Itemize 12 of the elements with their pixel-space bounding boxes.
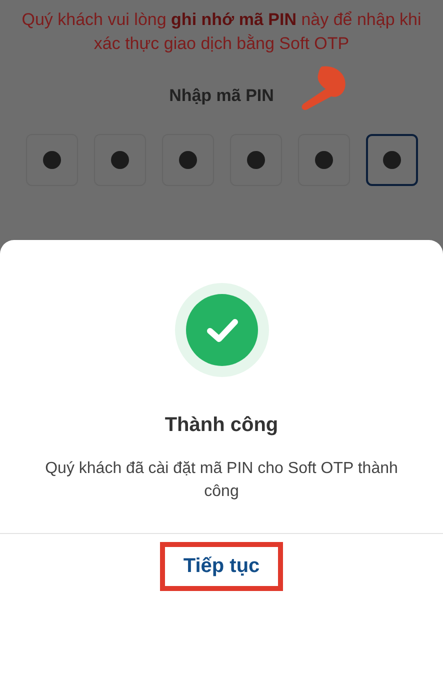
pin-digit-field[interactable] bbox=[94, 134, 146, 186]
pin-digit-field[interactable] bbox=[230, 134, 282, 186]
pin-digit-field[interactable] bbox=[26, 134, 78, 186]
dialog-title: Thành công bbox=[164, 414, 278, 437]
dialog-message: Quý khách đã cài đặt mã PIN cho Soft OTP thành công bbox=[44, 459, 399, 502]
pin-digit-field[interactable] bbox=[298, 134, 350, 186]
pin-digit-field[interactable] bbox=[366, 134, 418, 186]
pin-label: Nhập mã PIN bbox=[169, 86, 274, 105]
notice-text: Quý khách vui lòng ghi nhớ mã PIN này để nhập khi xác thực giao dịch bằng Soft OTP bbox=[20, 9, 422, 55]
success-check-icon bbox=[174, 282, 270, 378]
continue-button[interactable]: Tiếp tục bbox=[160, 542, 283, 591]
pin-digit-field[interactable] bbox=[162, 134, 214, 186]
